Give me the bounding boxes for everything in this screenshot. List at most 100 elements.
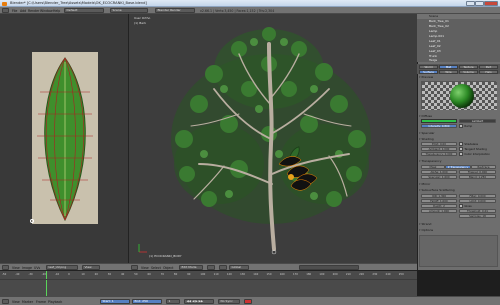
editor-type-icon[interactable]	[2, 8, 9, 13]
3d-viewport[interactable]: User Ortho (1) Bark (1) ECOCRANKI_BODY	[129, 14, 417, 263]
tangent-shading-checkbox[interactable]: Tangent Shading	[459, 147, 486, 151]
translucency-field[interactable]: Translucency: 0.000	[421, 152, 457, 156]
image-mode-dropdown[interactable]: View	[82, 265, 100, 270]
cubic-interpolation-checkbox[interactable]: Cubic Interpolation	[459, 152, 490, 156]
section-mirror[interactable]: Mirror	[419, 182, 498, 187]
shading-dropdown[interactable]	[207, 265, 215, 270]
threshold-field[interactable]: Threshold: 0.01	[459, 209, 496, 213]
tab-world[interactable]: World	[419, 64, 438, 69]
diffuse-intensity-slider[interactable]: Intensity: 0.800	[421, 124, 457, 128]
filter-field[interactable]: Filter: 0.000	[459, 194, 496, 198]
maximize-button[interactable]	[475, 0, 484, 6]
menu-file[interactable]: File	[12, 9, 17, 13]
record-button[interactable]	[244, 299, 252, 304]
transparency-mask-button[interactable]: Mask	[421, 165, 445, 169]
timeline-tick-label: 130	[240, 273, 246, 276]
diffuse-color-swatch[interactable]	[421, 119, 457, 123]
menu-render[interactable]: Render	[28, 9, 39, 13]
playback-controls[interactable]: ◀◀ ◀ ▶ ▶▶	[184, 299, 214, 304]
transparency-raytrace-button[interactable]: Raytrace	[471, 165, 496, 169]
timeline-tick-label: 120	[226, 273, 232, 276]
layer-buttons[interactable]	[299, 265, 359, 270]
diffuse-shader-dropdown[interactable]: Lambert	[459, 119, 496, 123]
img-menu-image[interactable]: Image	[22, 266, 32, 270]
section-strand[interactable]: Strand	[419, 222, 498, 227]
current-frame-field[interactable]: 1	[166, 299, 180, 304]
fresnel-field[interactable]: Fresnel: 0.000	[459, 170, 496, 174]
amount-field[interactable]: Amount: 1.000	[421, 209, 457, 213]
pivot-dropdown[interactable]	[219, 265, 227, 270]
tl-menu-playback[interactable]: Playback	[48, 300, 62, 304]
preview-sphere-svg	[422, 82, 497, 110]
section-sss[interactable]: Subsurface Scattering	[419, 188, 498, 193]
vp-menu-select[interactable]: Select	[151, 266, 161, 270]
blend-field[interactable]: Blend: 1.250	[459, 175, 496, 179]
img-menu-view[interactable]: View	[12, 266, 20, 270]
trans-specular-field[interactable]: Specular: 1.000	[421, 175, 457, 179]
2d-cursor[interactable]	[30, 219, 34, 223]
tab-surface[interactable]: Surface	[419, 69, 438, 74]
image-browse-dropdown[interactable]: leaf_UV.png	[46, 265, 78, 270]
current-frame-marker[interactable]	[46, 271, 47, 297]
timeline-divider	[0, 279, 417, 280]
scene-dropdown[interactable]: Scene	[110, 8, 148, 13]
menu-window[interactable]: Window	[40, 9, 53, 13]
uv-image-editor[interactable]	[0, 14, 129, 263]
tab-particles[interactable]: Part	[479, 64, 498, 69]
options-panel	[419, 235, 498, 267]
tab-volume[interactable]: Volume	[459, 69, 478, 74]
gloss-checkbox[interactable]: Gloss	[459, 204, 471, 208]
emit-field[interactable]: Emit: 0.00	[421, 142, 457, 146]
start-frame-field[interactable]: Start: 1	[100, 299, 130, 304]
image-editor-type-icon[interactable]	[2, 265, 9, 270]
depth-field[interactable]: Depth: 2	[421, 204, 457, 208]
alpha-field[interactable]: Alpha: 1.000	[421, 170, 457, 174]
minimize-button[interactable]	[466, 0, 475, 6]
falloff-field[interactable]: Falloff: 1.000	[421, 199, 457, 203]
vp-menu-object[interactable]: Object	[163, 266, 173, 270]
tab-wire[interactable]: Wire	[439, 69, 458, 74]
samples-field[interactable]: Samples: 18	[459, 214, 496, 218]
img-menu-uvs[interactable]: UVs	[34, 266, 40, 270]
ambient-field[interactable]: Ambient: 1.000	[421, 147, 457, 151]
tab-halo[interactable]: Halo	[479, 69, 498, 74]
limit-field[interactable]: Limit: 0.000	[459, 199, 496, 203]
section-shading[interactable]: Shading	[419, 137, 498, 142]
section-preview[interactable]: Preview	[419, 75, 498, 80]
properties-editor[interactable]: World Mat Texture Part Surface Wire Volu…	[417, 62, 500, 270]
ior-field[interactable]: IOR: 1.300	[421, 194, 457, 198]
info-header: File Add Render Window Help Default Scen…	[0, 7, 500, 14]
render-engine-dropdown[interactable]: Blender Render	[155, 8, 195, 13]
transparency-ztransp-button[interactable]: Z Transparency	[445, 165, 471, 169]
timeline-tick-label: 210	[345, 273, 351, 276]
section-diffuse[interactable]: Diffuse	[419, 114, 498, 119]
tl-menu-marker[interactable]: Marker	[22, 300, 33, 304]
timeline-tick-label: 70	[160, 273, 165, 276]
outliner[interactable]: Scene Bark_Tree_01 Bark_Tree_02 Lamp Lam…	[417, 14, 500, 62]
menu-help[interactable]: Help	[53, 9, 60, 13]
diffuse-ramp-checkbox[interactable]: Ramp	[459, 124, 472, 128]
tab-material[interactable]: Mat	[439, 64, 458, 69]
end-frame-field[interactable]: End: 250	[132, 299, 162, 304]
menu-add[interactable]: Add	[20, 9, 26, 13]
tl-menu-frame[interactable]: Frame	[36, 300, 46, 304]
interaction-mode-dropdown[interactable]: Edit Mode	[179, 265, 203, 270]
vp-menu-view[interactable]: View	[141, 266, 149, 270]
close-button[interactable]	[484, 0, 498, 6]
timeline-editor[interactable]: -50 -40 -30 -20 -10 0 10 20 30 40 50 60 70 80 90 100 110…	[0, 270, 417, 297]
orientation-dropdown[interactable]: Global	[229, 265, 249, 270]
screen-layout-dropdown[interactable]: Default	[64, 8, 104, 13]
timeline-editor-type-icon[interactable]	[2, 299, 9, 304]
section-options[interactable]: Options	[419, 228, 498, 233]
section-specular[interactable]: Specular	[419, 131, 498, 136]
timeline-tick-label: 100	[200, 273, 206, 276]
leaf-texture-image	[32, 52, 98, 224]
viewport-editor-type-icon[interactable]	[131, 265, 138, 270]
timeline-tick-label: 170	[292, 273, 298, 276]
section-transparency[interactable]: Transparency	[419, 159, 498, 164]
tab-texture[interactable]: Texture	[459, 64, 478, 69]
shadeless-checkbox[interactable]: Shadeless	[459, 142, 478, 146]
tl-menu-view[interactable]: View	[12, 300, 20, 304]
sync-mode-dropdown[interactable]: No Sync	[218, 299, 240, 304]
timeline-tick-label: -50	[2, 273, 7, 276]
